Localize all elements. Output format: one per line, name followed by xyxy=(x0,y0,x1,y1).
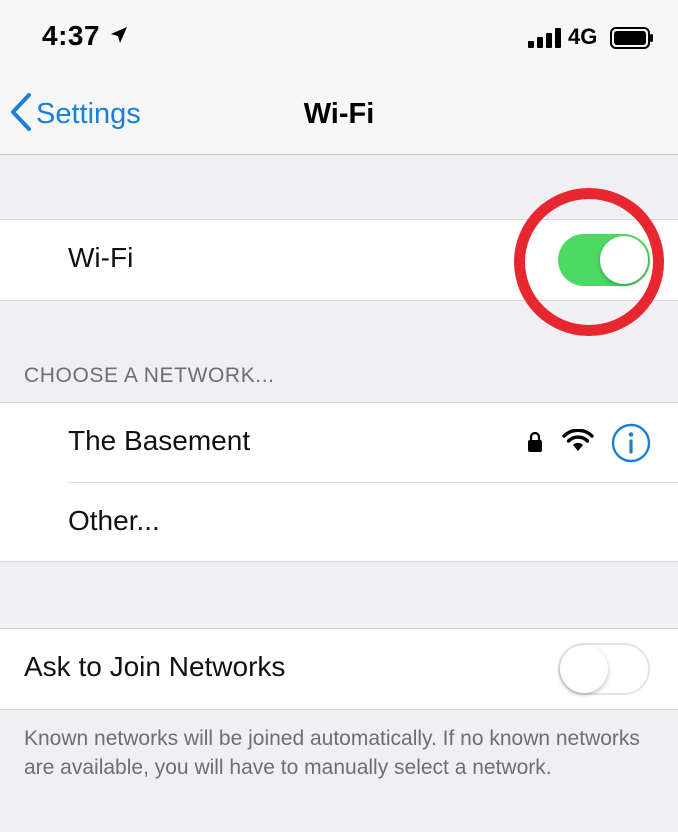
battery-icon xyxy=(610,27,654,54)
ask-to-join-label: Ask to Join Networks xyxy=(24,651,286,682)
ask-to-join-toggle-switch[interactable] xyxy=(558,643,650,695)
navigation-bar: Settings Wi-Fi xyxy=(0,72,678,155)
status-time: 4:37 xyxy=(42,20,101,51)
wifi-toggle-row: Wi-Fi xyxy=(0,220,678,300)
page-title: Wi-Fi xyxy=(303,98,375,130)
wifi-toggle-label: Wi-Fi xyxy=(68,242,134,273)
toggle-knob xyxy=(600,236,648,284)
section-header-choose-network: CHOOSE A NETWORK... xyxy=(24,364,275,387)
network-name: The Basement xyxy=(68,425,251,456)
wifi-toggle-switch[interactable] xyxy=(558,234,650,286)
wifi-signal-icon xyxy=(562,428,594,458)
ask-to-join-row: Ask to Join Networks xyxy=(0,629,678,709)
info-icon[interactable] xyxy=(611,423,651,468)
wifi-toggle-group: Wi-Fi xyxy=(0,219,678,301)
lock-icon xyxy=(527,431,543,458)
network-row-other[interactable]: Other... xyxy=(0,483,678,563)
network-name: Other... xyxy=(68,505,160,536)
cellular-signal-icon xyxy=(528,28,562,53)
toggle-knob xyxy=(560,645,608,693)
ask-to-join-group: Ask to Join Networks xyxy=(0,628,678,710)
network-row-the-basement[interactable]: The Basement xyxy=(0,403,678,483)
status-bar: 4:37 4G xyxy=(0,0,678,72)
location-arrow-icon xyxy=(110,26,128,49)
network-list: The Basement Other... xyxy=(0,402,678,562)
network-type-label: 4G xyxy=(568,24,598,49)
ask-to-join-footer-text: Known networks will be joined automatica… xyxy=(24,727,640,779)
